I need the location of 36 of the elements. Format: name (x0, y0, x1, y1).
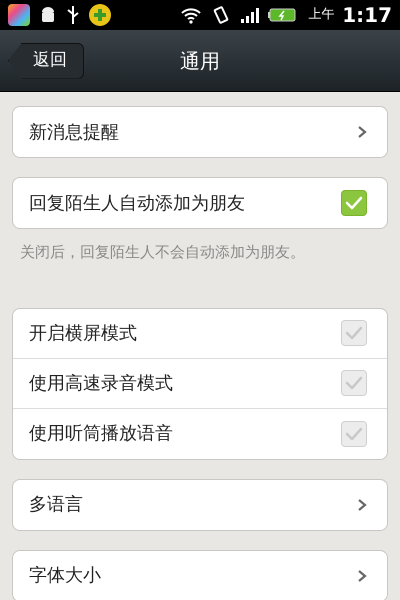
back-button[interactable]: 返回 (8, 42, 84, 78)
row-label: 字体大小 (29, 564, 101, 588)
row-label: 使用高速录音模式 (29, 372, 173, 396)
chevron-right-icon (357, 498, 367, 512)
page-title: 通用 (180, 48, 220, 74)
battery-icon (268, 8, 296, 22)
app-icon (8, 4, 30, 26)
settings-row[interactable]: 回复陌生人自动添加为朋友 (13, 178, 387, 228)
settings-row[interactable]: 使用听筒播放语音 (13, 408, 387, 458)
settings-row[interactable]: 字体大小 (13, 550, 387, 600)
signal-icon (240, 7, 260, 23)
wifi-icon (180, 6, 202, 24)
check-icon (345, 426, 363, 440)
clock: 1:17 (342, 2, 392, 29)
settings-row[interactable]: 多语言 (13, 480, 387, 530)
plus-icon (88, 3, 112, 27)
checkbox[interactable] (341, 190, 367, 216)
row-label: 新消息提醒 (29, 120, 119, 144)
row-label: 开启横屏模式 (29, 322, 137, 346)
usb-icon (66, 4, 80, 26)
checkbox[interactable] (341, 320, 367, 346)
hint-text: 关闭后，回复陌生人不会自动添加为朋友。 (19, 242, 306, 263)
settings-row[interactable]: 使用高速录音模式 (13, 358, 387, 408)
settings-row[interactable]: 开启横屏模式 (13, 308, 387, 358)
checkbox[interactable] (341, 420, 367, 446)
row-label: 回复陌生人自动添加为朋友 (29, 192, 245, 216)
check-icon (345, 326, 363, 340)
check-icon (345, 376, 363, 390)
row-label: 使用听筒播放语音 (29, 422, 173, 446)
checkbox[interactable] (341, 370, 367, 396)
time-period: 上午 (308, 6, 334, 24)
row-label: 多语言 (29, 493, 83, 517)
chevron-right-icon (357, 125, 367, 139)
settings-row[interactable]: 新消息提醒 (13, 107, 387, 157)
check-icon (345, 196, 363, 210)
chevron-right-icon (357, 568, 367, 582)
